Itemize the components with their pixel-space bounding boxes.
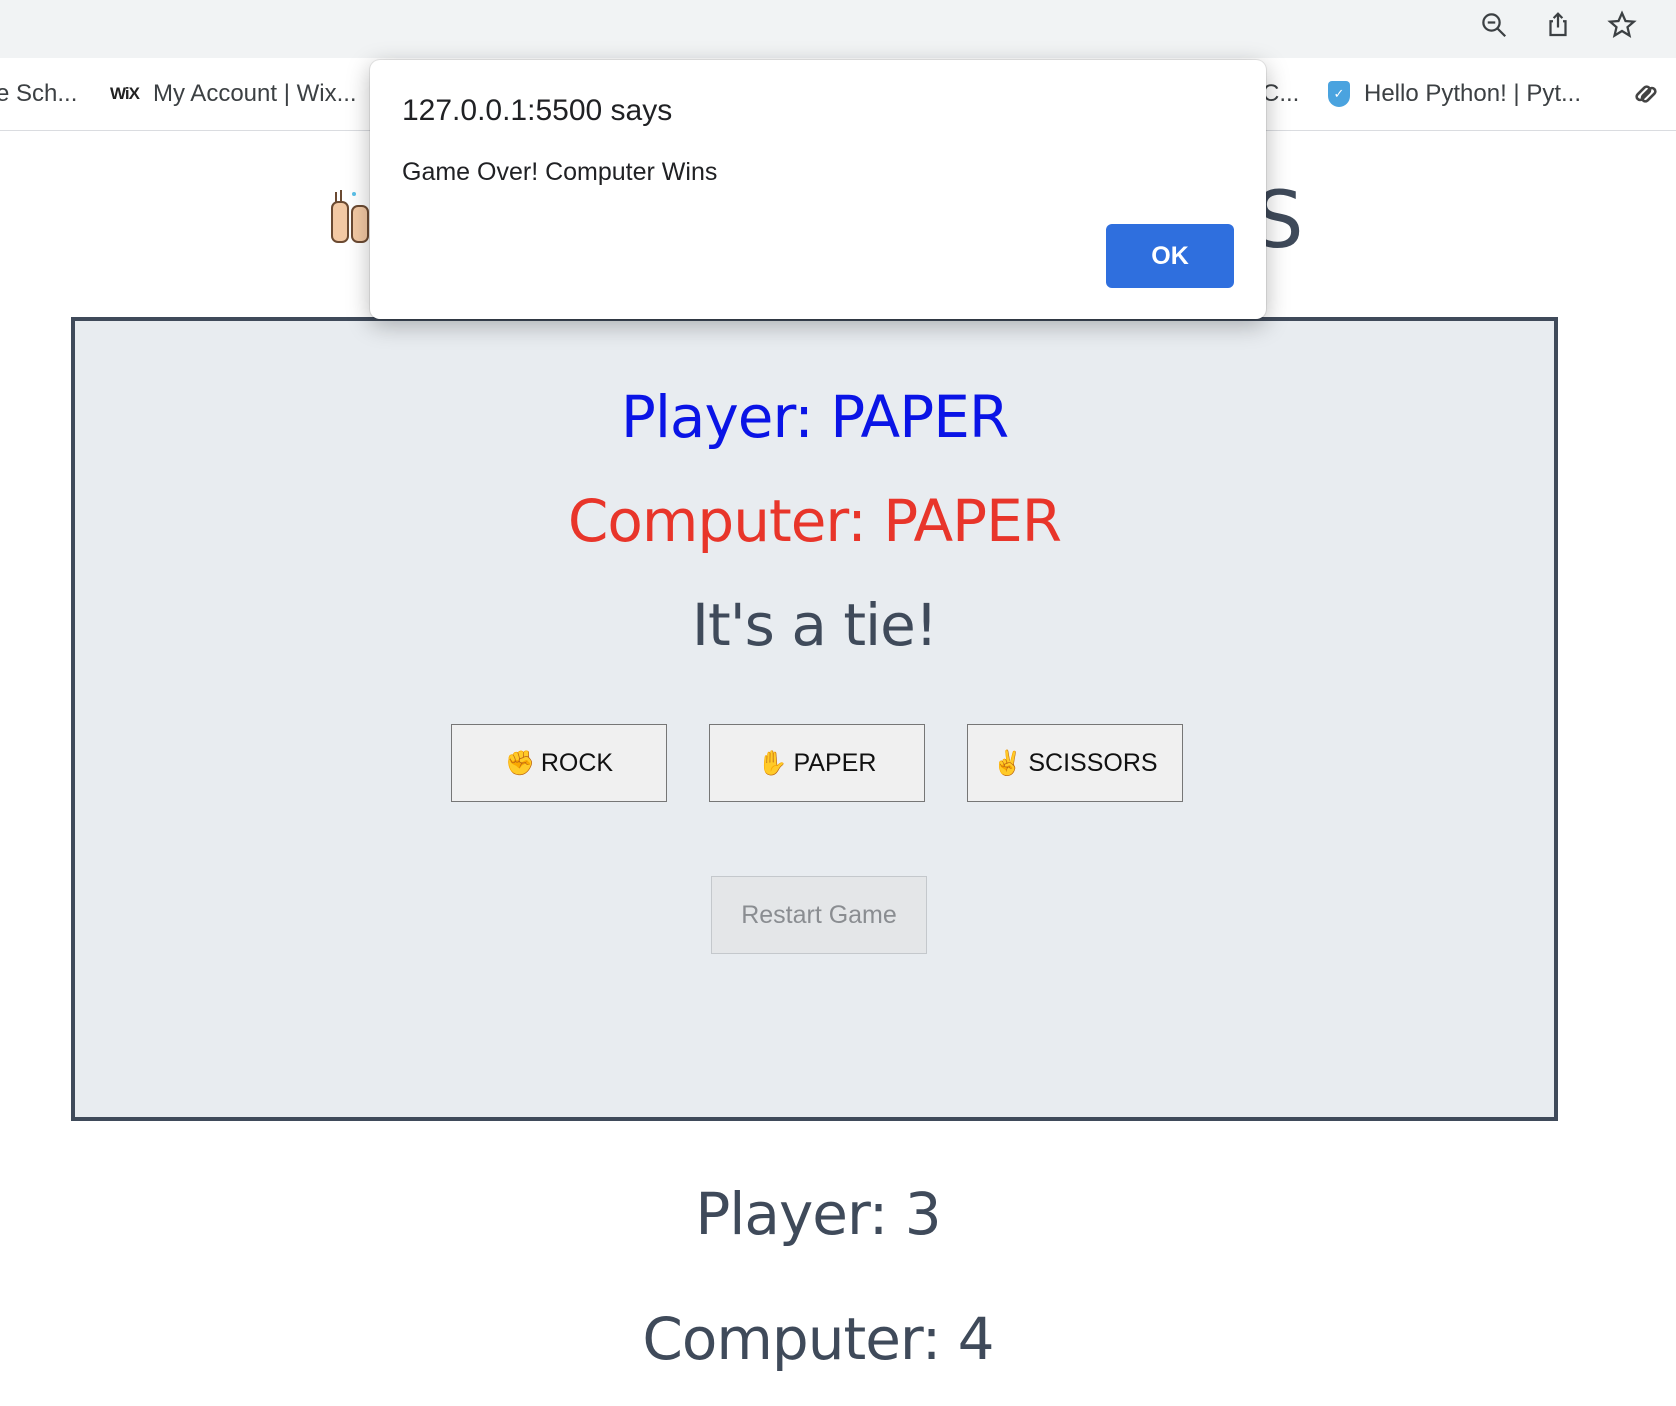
- restart-game-button[interactable]: Restart Game: [711, 876, 927, 954]
- rock-button-label: ROCK: [540, 748, 614, 777]
- share-icon[interactable]: [1540, 7, 1576, 43]
- player-score: Player: 3: [695, 1180, 941, 1248]
- player-choice-text: Player: PAPER: [620, 383, 1009, 451]
- bookmark-label: C...: [1262, 80, 1300, 107]
- choice-buttons: ✊ ROCK ✋ PAPER ✌ SCISSORS: [451, 724, 1187, 802]
- zoom-out-icon[interactable]: [1476, 7, 1512, 43]
- fist-icon: ✊: [504, 749, 535, 777]
- raised-hands-icon: [331, 190, 369, 243]
- bookmark-item-wix[interactable]: WiX My Account | Wix...: [110, 76, 357, 112]
- dialog-message: Game Over! Computer Wins: [402, 158, 718, 186]
- browser-window: e Sch... WiX My Account | Wix... C... ✓ …: [0, 0, 1676, 1406]
- result-text: It's a tie!: [691, 591, 938, 659]
- shield-icon: ✓: [1328, 81, 1350, 107]
- address-bar-area[interactable]: [0, 0, 1672, 56]
- open-hand-icon: ✋: [757, 749, 788, 777]
- ok-button[interactable]: OK: [1106, 224, 1234, 288]
- bookmark-label: My Account | Wix...: [152, 80, 357, 107]
- wix-logo-icon: WiX: [110, 84, 140, 103]
- bookmark-label: e Sch...: [0, 80, 78, 107]
- squarespace-icon[interactable]: [1630, 76, 1662, 112]
- rock-button[interactable]: ✊ ROCK: [451, 724, 667, 802]
- victory-hand-icon: ✌: [992, 749, 1023, 777]
- bookmark-label: Hello Python! | Pyt...: [1364, 80, 1581, 107]
- scissors-button-label: SCISSORS: [1028, 748, 1158, 777]
- computer-choice-text: Computer: PAPER: [567, 487, 1062, 555]
- paper-button-label: PAPER: [793, 748, 877, 777]
- scissors-button[interactable]: ✌ SCISSORS: [967, 724, 1183, 802]
- game-panel: Player: PAPER Computer: PAPER It's a tie…: [71, 317, 1558, 1121]
- bookmark-item[interactable]: e Sch...: [0, 76, 77, 112]
- computer-score: Computer: 4: [642, 1305, 994, 1373]
- paper-button[interactable]: ✋ PAPER: [709, 724, 925, 802]
- alert-dialog: 127.0.0.1:5500 says Game Over! Computer …: [370, 60, 1266, 319]
- bookmark-item[interactable]: C...: [1262, 76, 1299, 112]
- bookmark-item-python[interactable]: ✓ Hello Python! | Pyt...: [1328, 76, 1581, 112]
- browser-toolbar: [0, 0, 1676, 58]
- bookmark-star-icon[interactable]: [1604, 7, 1640, 43]
- dialog-origin: 127.0.0.1:5500 says: [402, 94, 673, 127]
